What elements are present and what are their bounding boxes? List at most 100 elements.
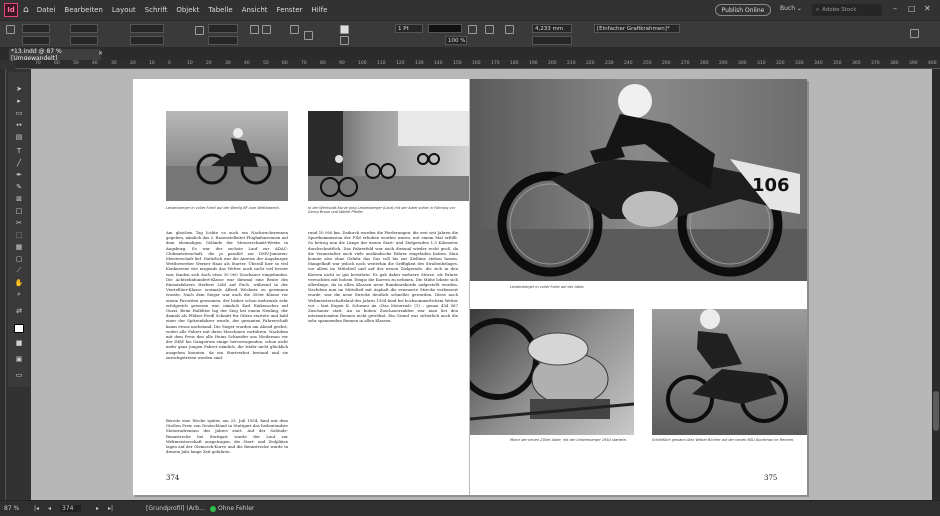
- width-field[interactable]: [70, 24, 98, 33]
- select-container-icon[interactable]: [290, 25, 299, 34]
- menu-tabelle[interactable]: Tabelle: [208, 6, 232, 14]
- ruler-tick: 180: [510, 61, 519, 66]
- rotation-field[interactable]: [208, 24, 238, 33]
- menu-datei[interactable]: Datei: [37, 6, 56, 14]
- ruler-tick: 70: [35, 61, 41, 66]
- preflight-label: Ohne Fehler: [218, 505, 255, 512]
- gradient-tool-icon[interactable]: ▦: [14, 242, 24, 251]
- fit-frame-icon[interactable]: [505, 25, 514, 34]
- maximize-icon[interactable]: □: [908, 4, 916, 13]
- menu-ansicht[interactable]: Ansicht: [242, 6, 268, 14]
- ruler-tick: 270: [681, 61, 690, 66]
- menu-layout[interactable]: Layout: [112, 6, 136, 14]
- caption-hero: Leistenberger in voller Fahrt auf der Ad…: [510, 285, 585, 289]
- menu-bearbeiten[interactable]: Bearbeiten: [64, 6, 102, 14]
- vertical-ruler[interactable]: [0, 69, 6, 500]
- stroke-weight-field[interactable]: 1 Pt: [395, 24, 423, 33]
- minimize-icon[interactable]: –: [893, 4, 897, 13]
- first-page-icon[interactable]: |◂: [34, 505, 39, 512]
- ruler-tick: 160: [472, 61, 481, 66]
- menu-objekt[interactable]: Objekt: [176, 6, 199, 14]
- page-field[interactable]: 374: [60, 505, 82, 512]
- photo-hero-rider[interactable]: 106: [470, 79, 807, 281]
- lightning-icon[interactable]: [910, 29, 919, 38]
- corner-field[interactable]: [532, 36, 572, 45]
- hero-rider-illustration: 106: [470, 84, 807, 281]
- scale-y-field[interactable]: [130, 36, 164, 45]
- ruler-tick: 400: [928, 61, 937, 66]
- eyedropper-tool-icon[interactable]: ⟋: [14, 266, 24, 275]
- pen-tool-icon[interactable]: ✒: [14, 170, 24, 179]
- flip-vertical-icon[interactable]: [262, 25, 271, 34]
- rectangle-tool-icon[interactable]: □: [14, 206, 24, 215]
- stroke-type-select[interactable]: [428, 24, 462, 33]
- preflight-status[interactable]: Ohne Fehler: [210, 505, 254, 512]
- fill-color-icon[interactable]: [14, 324, 24, 333]
- zoom-level[interactable]: 87 %: [4, 505, 19, 512]
- object-style-select[interactable]: [Einfacher Grafikrahmen]*: [594, 24, 680, 33]
- photo-werkstatt-kurve[interactable]: [308, 111, 469, 201]
- next-page-icon[interactable]: ▸: [96, 505, 99, 512]
- rectangle-frame-tool-icon[interactable]: ⊠: [14, 194, 24, 203]
- height-field[interactable]: [70, 36, 98, 45]
- stroke-swatch-icon[interactable]: [340, 36, 349, 45]
- prev-page-icon[interactable]: ◂: [48, 505, 51, 512]
- select-content-icon[interactable]: [304, 31, 313, 40]
- workspace-switcher[interactable]: Buch ⌄: [780, 5, 802, 12]
- scrollbar-thumb[interactable]: [933, 391, 939, 431]
- last-page-icon[interactable]: ▸|: [108, 505, 113, 512]
- rider-photo-1: [166, 128, 288, 201]
- ruler-tick: 30: [225, 61, 231, 66]
- x-field[interactable]: [22, 24, 50, 33]
- page-tool-icon[interactable]: ▭: [14, 108, 24, 117]
- text-column-1b[interactable]: Bereits eine Woche später, am 25. Juli 1…: [166, 418, 288, 466]
- opacity-field[interactable]: 100 %: [445, 36, 467, 45]
- hand-tool-icon[interactable]: ✋: [14, 278, 24, 287]
- note-tool-icon[interactable]: ▢: [14, 254, 24, 263]
- close-tab-icon[interactable]: ✕: [98, 50, 103, 57]
- close-window-icon[interactable]: ✕: [924, 4, 931, 13]
- document-tab[interactable]: *13.indd @ 87 % [Umgewandelt]: [9, 48, 101, 62]
- menu-schrift[interactable]: Schrift: [145, 6, 168, 14]
- adobe-stock-search[interactable]: ⌕ Adobe Stock: [812, 4, 882, 16]
- content-collector-icon[interactable]: ▤: [14, 132, 24, 141]
- swap-colors-icon[interactable]: ⇄: [14, 306, 24, 315]
- text-column-2[interactable]: rund 10 000 km. Dadurch wurden die Förde…: [308, 230, 458, 455]
- menu-hilfe[interactable]: Hilfe: [312, 6, 328, 14]
- publish-online-button[interactable]: Publish Online: [715, 4, 771, 16]
- effects-icon[interactable]: [468, 25, 477, 34]
- pencil-tool-icon[interactable]: ✎: [14, 182, 24, 191]
- fill-swatch-icon[interactable]: [340, 25, 349, 34]
- profile-select[interactable]: [Grundprofil] (Arb…: [146, 505, 205, 512]
- vertical-scrollbar[interactable]: [932, 69, 940, 500]
- fit-content-icon[interactable]: [485, 25, 494, 34]
- rotate-icon[interactable]: [195, 26, 204, 35]
- ruler-tick: 0: [168, 61, 171, 66]
- photo-rider-nsu[interactable]: [652, 309, 807, 435]
- home-icon[interactable]: ⌂: [23, 5, 29, 15]
- photo-rider-wertig[interactable]: [166, 111, 288, 201]
- line-tool-icon[interactable]: ╱: [14, 158, 24, 167]
- shear-field[interactable]: [208, 36, 238, 45]
- gap-tool-icon[interactable]: ↔: [14, 120, 24, 129]
- flip-horizontal-icon[interactable]: [250, 25, 259, 34]
- reference-point-icon[interactable]: [6, 25, 15, 34]
- y-field[interactable]: [22, 36, 50, 45]
- direct-selection-tool-icon[interactable]: ▸: [14, 96, 24, 105]
- rider-nsu-illustration: [666, 309, 788, 423]
- scissors-tool-icon[interactable]: ✂: [14, 218, 24, 227]
- free-transform-tool-icon[interactable]: ⬚: [14, 230, 24, 239]
- text-column-1[interactable]: Am gleichen Tag lockte es auch ein Nachw…: [166, 230, 288, 415]
- horizontal-ruler[interactable]: 70 60 50 40 30 20 10 0 10 20 30 40 50 60 70 80 90 100 110 1…: [15, 60, 940, 69]
- zoom-tool-icon[interactable]: ⌕: [14, 290, 24, 299]
- scale-x-field[interactable]: [130, 24, 164, 33]
- type-tool-icon[interactable]: T: [14, 146, 24, 155]
- size-field[interactable]: 4,233 mm: [532, 24, 572, 33]
- apply-color-icon[interactable]: ■: [14, 338, 24, 347]
- ruler-tick: 350: [833, 61, 842, 66]
- selection-tool-icon[interactable]: ➤: [14, 84, 24, 93]
- menu-fenster[interactable]: Fenster: [277, 6, 303, 14]
- screen-mode-icon[interactable]: ▣: [14, 354, 24, 363]
- view-mode-icon[interactable]: ▭: [14, 370, 24, 379]
- photo-engine-detail[interactable]: [470, 309, 634, 435]
